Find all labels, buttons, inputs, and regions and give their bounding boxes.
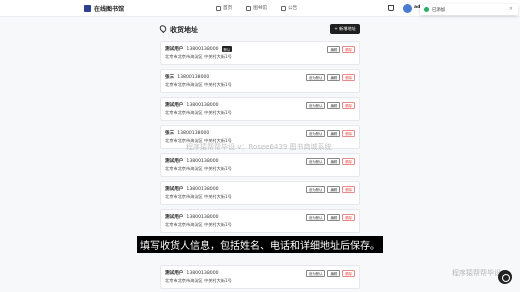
- address-actions: 编辑 删除: [325, 46, 355, 53]
- recipient-phone: 13800138000: [177, 74, 210, 80]
- toast-message: 已添加: [432, 7, 446, 13]
- address-card: 测试用户 13800138000 北京市北京市海淀区 中关村大街1号 设为默认 编辑 删除: [160, 97, 360, 121]
- address-card: 张三 13800138000 北京市北京市海淀区 中关村大街1号 设为默认 编辑 删除: [160, 69, 360, 93]
- address-contact: 测试用户 13800138000 默认: [165, 46, 233, 52]
- nav-label: 公告: [288, 6, 298, 11]
- delete-button[interactable]: 删除: [342, 214, 355, 221]
- page-title: 收货地址: [170, 26, 198, 34]
- nav-item-library[interactable]: 图书馆: [246, 5, 267, 11]
- address-contact: 张三 13800138000: [165, 74, 210, 81]
- address-card: 测试用户 13800138000 默认 北京市北京市海淀区 中关村大街1号 编辑 删除: [160, 41, 360, 65]
- address-actions: 设为默认 编辑 删除: [304, 270, 355, 277]
- recipient-phone: 13800138000: [186, 186, 219, 192]
- nav-item-announcements[interactable]: 公告: [281, 5, 297, 11]
- cart-icon[interactable]: [388, 5, 394, 11]
- brand-name: 在线图书馆: [94, 6, 125, 13]
- address-contact: 测试用户 13800138000: [165, 214, 219, 221]
- delete-button[interactable]: 删除: [342, 74, 355, 81]
- delete-button[interactable]: 删除: [342, 102, 355, 109]
- address-card: 测试用户 13800138000 北京市北京市海淀区 中关村大街1号 设为默认 编辑 删除: [160, 181, 360, 205]
- address-actions: 设为默认 编辑 删除: [304, 74, 355, 81]
- success-toast: 已添加 ×: [420, 4, 518, 15]
- nav-label: 图书馆: [253, 6, 267, 11]
- address-actions: 设为默认 编辑 删除: [304, 102, 355, 109]
- set-default-button[interactable]: 设为默认: [305, 158, 326, 165]
- recipient-name: 测试用户: [165, 271, 184, 276]
- address-detail: 北京市北京市海淀区 中关村大街1号: [165, 194, 232, 199]
- recipient-name: 测试用户: [165, 103, 184, 108]
- delete-button[interactable]: 删除: [342, 130, 355, 137]
- location-pin-icon: [158, 23, 168, 34]
- delete-button[interactable]: 删除: [342, 270, 355, 277]
- set-default-button[interactable]: 设为默认: [305, 270, 326, 277]
- address-contact: 测试用户 13800138000: [165, 158, 219, 165]
- recipient-phone: 13800138000: [186, 46, 219, 52]
- close-icon[interactable]: ×: [509, 6, 513, 12]
- home-icon: [216, 5, 221, 11]
- address-actions: 设为默认 编辑 删除: [304, 158, 355, 165]
- delete-button[interactable]: 删除: [342, 158, 355, 165]
- set-default-button[interactable]: 设为默认: [305, 74, 326, 81]
- set-default-button[interactable]: 设为默认: [305, 130, 326, 137]
- edit-button[interactable]: 编辑: [327, 130, 341, 137]
- recipient-phone: 13800138000: [186, 214, 219, 220]
- set-default-button[interactable]: 设为默认: [305, 186, 326, 193]
- edit-button[interactable]: 编辑: [327, 270, 341, 277]
- check-circle-icon: [424, 7, 429, 12]
- delete-button[interactable]: 删除: [342, 46, 355, 53]
- address-actions: 设为默认 编辑 删除: [304, 186, 355, 193]
- address-contact: 测试用户 13800138000: [165, 186, 219, 193]
- recipient-name: 测试用户: [165, 47, 184, 52]
- main-nav: 首页 图书馆 公告: [216, 5, 311, 11]
- edit-button[interactable]: 编辑: [327, 214, 341, 221]
- recipient-name: 张三: [165, 131, 175, 136]
- set-default-button[interactable]: 设为默认: [305, 102, 326, 109]
- address-actions: 设为默认 编辑 删除: [304, 214, 355, 221]
- edit-button[interactable]: 编辑: [327, 102, 341, 109]
- recipient-name: 测试用户: [165, 187, 184, 192]
- set-default-button[interactable]: 设为默认: [305, 214, 326, 221]
- delete-button[interactable]: 删除: [342, 186, 355, 193]
- address-contact: 张三 13800138000: [165, 130, 210, 137]
- megaphone-icon: [281, 5, 286, 11]
- recipient-phone: 13800138000: [186, 158, 219, 164]
- address-detail: 北京市北京市海淀区 中关村大街1号: [165, 222, 232, 227]
- edit-button[interactable]: 编辑: [327, 186, 341, 193]
- edit-button[interactable]: 编辑: [327, 158, 341, 165]
- recipient-name: 测试用户: [165, 215, 184, 220]
- address-detail: 北京市北京市海淀区 中关村大街1号: [165, 82, 232, 87]
- page-header: 收货地址 + 新增地址: [158, 23, 360, 37]
- recipient-phone: 13800138000: [186, 102, 219, 108]
- address-detail: 北京市北京市海淀区 中关村大街1号: [165, 278, 232, 283]
- corner-watermark: 程序猿帮帮毕设: [452, 269, 501, 277]
- book-icon: [246, 5, 252, 11]
- nav-item-home[interactable]: 首页: [216, 5, 232, 11]
- edit-button[interactable]: 编辑: [327, 74, 341, 81]
- watermark: 程序猿帮帮毕设 v：Rosee6439 图书商城系统: [186, 143, 332, 151]
- address-card: 测试用户 13800138000 北京市北京市海淀区 中关村大街1号 设为默认 编辑 删除: [160, 209, 360, 233]
- address-card: 测试用户 13800138000 北京市北京市海淀区 中关村大街1号 设为默认 编辑 删除: [160, 153, 360, 177]
- brand[interactable]: 在线图书馆: [84, 4, 124, 13]
- address-actions: 设为默认 编辑 删除: [304, 130, 355, 137]
- nav-label: 首页: [223, 6, 233, 11]
- default-badge: 默认: [221, 46, 233, 52]
- address-detail: 北京市北京市海淀区 中关村大街1号: [165, 166, 232, 171]
- edit-button[interactable]: 编辑: [327, 46, 341, 53]
- address-contact: 测试用户 13800138000: [165, 270, 219, 277]
- video-subtitle: 填写收货人信息，包括姓名、电话和详细地址后保存。: [137, 236, 383, 253]
- recipient-name: 测试用户: [165, 159, 184, 164]
- address-card: 测试用户 13800138000 北京市北京市海淀区 中关村大街1号 设为默认 编辑 删除: [160, 265, 360, 289]
- recipient-phone: 13800138000: [186, 270, 219, 276]
- library-logo-icon: [84, 5, 91, 12]
- chat-float-button[interactable]: [498, 270, 512, 284]
- address-detail: 北京市北京市海淀区 中关村大街1号: [165, 54, 232, 59]
- address-detail: 北京市北京市海淀区 中关村大街1号: [165, 110, 232, 115]
- recipient-name: 张三: [165, 75, 175, 80]
- recipient-phone: 13800138000: [177, 130, 210, 136]
- avatar[interactable]: [403, 4, 412, 13]
- add-address-button[interactable]: + 新增地址: [330, 24, 360, 34]
- address-contact: 测试用户 13800138000: [165, 102, 219, 109]
